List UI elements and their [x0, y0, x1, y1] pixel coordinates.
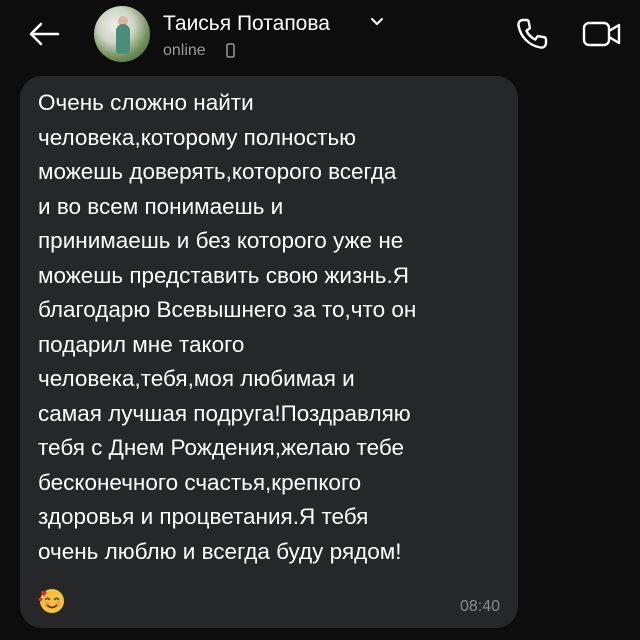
video-camera-icon: [582, 21, 621, 47]
message-timestamp: 08:40: [459, 598, 500, 615]
back-button[interactable]: [22, 14, 66, 54]
video-call-button[interactable]: [582, 20, 622, 48]
chevron-down-icon[interactable]: [370, 17, 384, 27]
avatar-figure-body: [116, 24, 130, 54]
message-bubble[interactable]: Очень сложно найти человека,которому пол…: [20, 76, 518, 628]
call-button[interactable]: [514, 16, 550, 52]
smiling-face-with-hearts-icon: [38, 589, 64, 613]
mobile-phone-icon: [226, 43, 235, 58]
message-text: Очень сложно найти человека,которому пол…: [38, 90, 417, 564]
contact-name[interactable]: Таисья Потапова: [163, 11, 330, 37]
presence-status: online: [163, 42, 206, 59]
chat-header: Таисья Потапова online: [0, 0, 640, 76]
phone-icon: [517, 18, 548, 49]
arrow-left-icon: [29, 22, 60, 46]
avatar[interactable]: [94, 6, 150, 62]
